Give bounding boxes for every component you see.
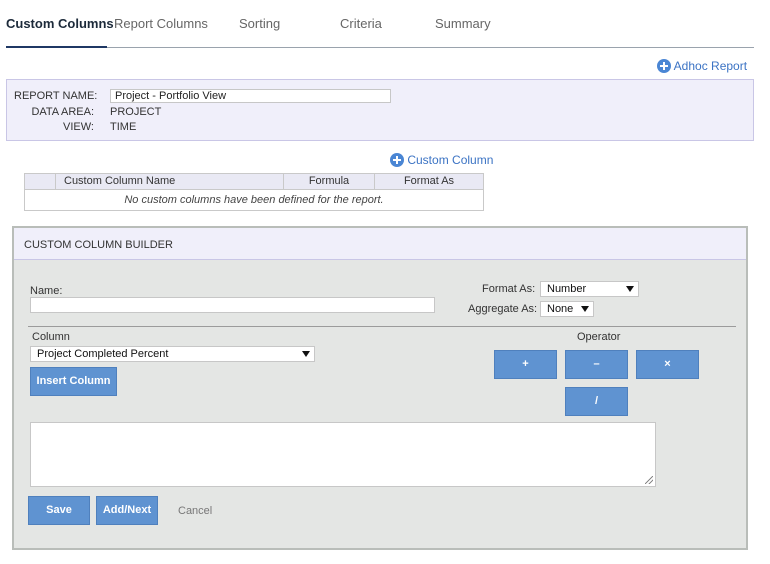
plus-circle-icon — [657, 59, 671, 73]
column-select[interactable]: Project Completed Percent — [30, 346, 315, 362]
cancel-link[interactable]: Cancel — [178, 505, 212, 517]
report-name-field[interactable]: Project - Portfolio View — [110, 89, 391, 103]
chevron-down-icon — [302, 351, 310, 357]
builder-divider — [28, 326, 736, 327]
save-button[interactable]: Save — [28, 496, 90, 525]
builder-header: CUSTOM COLUMN BUILDER — [14, 228, 746, 260]
adhoc-report-label: Adhoc Report — [673, 59, 748, 73]
plus-operator-button[interactable]: + — [494, 350, 557, 379]
column-name-input[interactable] — [30, 297, 435, 313]
aggregate-as-value: None — [547, 303, 574, 315]
minus-operator-button[interactable]: – — [565, 350, 628, 379]
report-name-label: REPORT NAME: — [14, 90, 98, 102]
tab-sorting[interactable]: Sorting — [239, 16, 280, 31]
builder-title: CUSTOM COLUMN BUILDER — [24, 239, 173, 251]
name-label: Name: — [30, 285, 63, 297]
resize-grip-icon[interactable] — [645, 476, 653, 484]
table-header-cell: Custom Column Name — [55, 174, 283, 189]
table-header-cell: Format As — [374, 174, 483, 189]
divide-operator-button[interactable]: / — [565, 387, 628, 416]
table-header-cell — [25, 174, 55, 189]
view-label: VIEW: — [63, 121, 94, 133]
data-area-value: PROJECT — [110, 106, 162, 118]
tab-summary[interactable]: Summary — [435, 16, 491, 31]
table-header-cell: Formula — [283, 174, 374, 189]
chevron-down-icon — [581, 306, 589, 312]
chevron-down-icon — [626, 286, 634, 292]
format-as-select[interactable]: Number — [540, 281, 639, 297]
tab-criteria[interactable]: Criteria — [340, 16, 382, 31]
formula-textarea[interactable] — [30, 422, 656, 487]
aggregate-as-select[interactable]: None — [540, 301, 594, 317]
operator-label: Operator — [577, 331, 621, 343]
insert-column-button[interactable]: Insert Column — [30, 367, 117, 396]
aggregate-as-label: Aggregate As: — [468, 303, 538, 315]
custom-columns-table: Custom Column Name Formula Format As No … — [24, 173, 484, 211]
add-custom-column-label: Custom Column — [407, 153, 494, 167]
add-custom-column-link[interactable]: Custom Column — [390, 153, 493, 167]
view-value: TIME — [110, 121, 137, 133]
data-area-label: DATA AREA: — [31, 106, 94, 118]
adhoc-report-link[interactable]: Adhoc Report — [657, 59, 747, 73]
table-empty-message: No custom columns have been defined for … — [124, 194, 384, 206]
multiply-operator-button[interactable]: × — [636, 350, 699, 379]
table-header: Custom Column Name Formula Format As — [25, 174, 483, 190]
format-as-label: Format As: — [482, 283, 536, 295]
tabs-divider — [6, 47, 754, 48]
active-tab-indicator — [6, 46, 107, 48]
tab-report-columns[interactable]: Report Columns — [114, 16, 208, 31]
tab-custom-columns[interactable]: Custom Columns — [6, 16, 114, 31]
plus-circle-icon — [390, 153, 404, 167]
custom-column-builder: CUSTOM COLUMN BUILDER Name: Format As: N… — [12, 226, 748, 550]
format-as-value: Number — [547, 283, 587, 295]
column-value: Project Completed Percent — [37, 348, 169, 360]
column-label: Column — [32, 331, 70, 343]
add-next-button[interactable]: Add/Next — [96, 496, 158, 525]
